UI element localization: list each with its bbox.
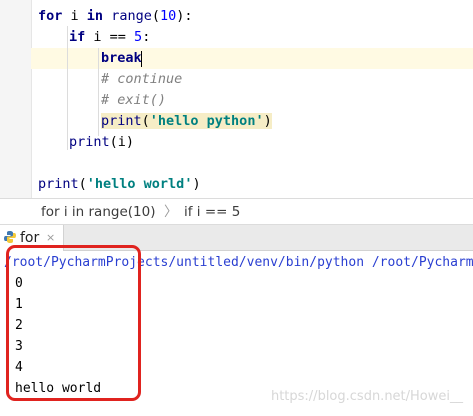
code-line-2[interactable]: if i == 5:: [69, 27, 150, 48]
code-line-9[interactable]: print('hello world'): [38, 174, 201, 195]
indent-guide: [98, 48, 99, 136]
code-token: 'hello world': [86, 176, 193, 192]
code-token: 5: [134, 29, 143, 45]
code-token: if: [69, 29, 86, 45]
code-token: (: [141, 113, 150, 129]
code-line-6[interactable]: print('hello python'): [101, 111, 272, 132]
code-line-7[interactable]: print(i): [69, 132, 134, 153]
code-token: ):: [176, 8, 193, 24]
code-token: i ==: [85, 29, 135, 45]
code-token: print: [69, 134, 110, 150]
code-token: # exit(): [101, 92, 167, 108]
code-token: # continue: [101, 71, 183, 87]
code-token: 10: [159, 8, 177, 24]
breadcrumb-item-for[interactable]: for i in range(10): [41, 199, 155, 226]
breadcrumb: for i in range(10) 〉 if i == 5: [0, 198, 473, 225]
code-token: print: [38, 176, 79, 192]
code-line-5[interactable]: # exit(): [101, 90, 166, 111]
code-token: ): [263, 113, 272, 129]
code-token: (: [151, 8, 160, 24]
indent-guide: [67, 26, 68, 150]
code-token: in: [86, 8, 104, 24]
code-line-1[interactable]: for i in range(10):: [38, 6, 193, 27]
editor-gutter: [0, 0, 32, 198]
code-token: ): [192, 176, 201, 192]
code-line-4[interactable]: # continue: [101, 69, 182, 90]
text-caret: [141, 51, 142, 67]
watermark: https://blog.csdn.net/Howei__: [270, 389, 463, 404]
code-token: print: [101, 113, 142, 129]
code-token: range: [111, 8, 152, 24]
breadcrumb-separator: 〉: [164, 204, 178, 220]
code-token: i: [62, 8, 87, 24]
breadcrumb-item-if[interactable]: if i == 5: [184, 199, 240, 226]
code-line-3[interactable]: break: [101, 48, 142, 69]
python-icon: [4, 231, 16, 243]
code-token: 'hello python': [149, 113, 264, 129]
code-token: (: [78, 176, 87, 192]
code-editor[interactable]: for i in range(10): if i == 5: break # c…: [0, 0, 473, 198]
output-highlight-box: [6, 245, 141, 401]
code-token: for: [38, 8, 63, 24]
code-token: :: [142, 29, 151, 45]
code-token: break: [101, 50, 142, 66]
code-token: (i): [109, 134, 135, 150]
